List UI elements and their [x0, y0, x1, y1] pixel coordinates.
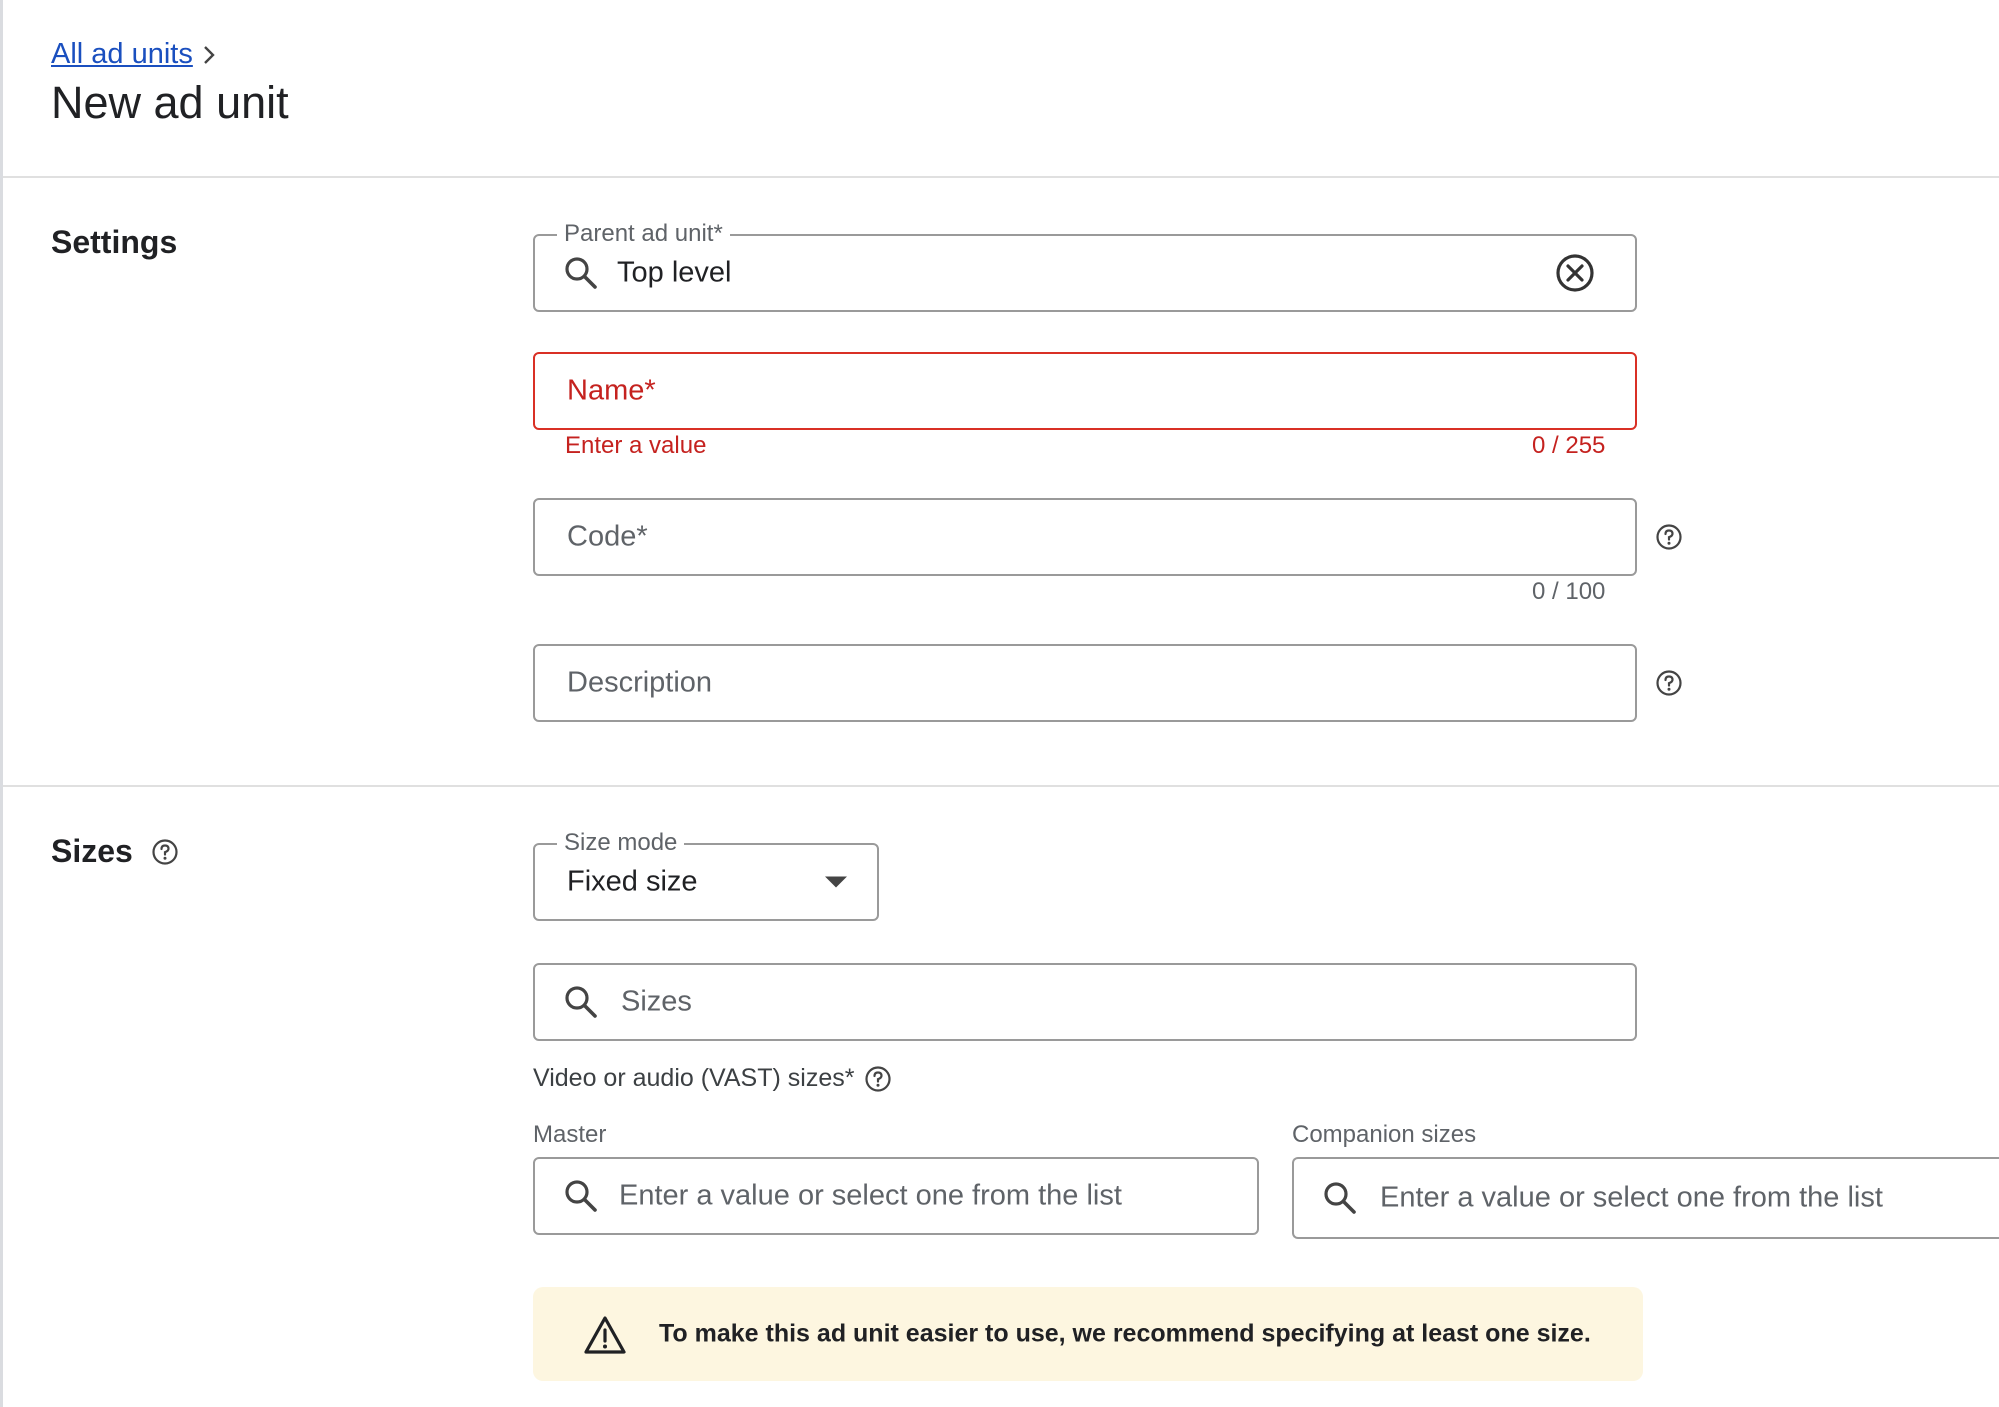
size-warning-text: To make this ad unit easier to use, we r… [659, 1319, 1591, 1348]
page-title: New ad unit [51, 77, 289, 128]
breadcrumb: All ad units [51, 38, 289, 71]
caret-down-icon [825, 876, 847, 888]
page-header: All ad units New ad unit [51, 38, 289, 129]
code-placeholder: Code* [567, 520, 648, 553]
code-char-counter: 0 / 100 [1532, 578, 1606, 605]
name-field[interactable]: Name* [533, 352, 1637, 430]
master-label: Master [533, 1121, 607, 1148]
search-icon [565, 257, 597, 289]
left-border [0, 0, 3, 1407]
search-icon [565, 986, 597, 1018]
companion-sizes-placeholder: Enter a value or select one from the lis… [1380, 1181, 1883, 1214]
name-error-text: Enter a value [565, 432, 707, 459]
name-char-counter: 0 / 255 [1532, 432, 1606, 459]
sizes-section-header: Sizes [51, 833, 179, 870]
size-mode-select[interactable]: Size mode Fixed size [533, 830, 879, 921]
size-mode-value: Fixed size [567, 865, 698, 898]
parent-ad-unit-value: Top level [617, 256, 732, 289]
help-circle-icon[interactable] [1655, 523, 1683, 551]
companion-sizes-label: Companion sizes [1292, 1121, 1477, 1148]
search-icon [1324, 1182, 1356, 1214]
description-field[interactable]: Description [533, 644, 1637, 722]
help-circle-icon[interactable] [864, 1065, 892, 1093]
name-placeholder: Name* [567, 374, 656, 407]
chevron-right-icon [204, 45, 215, 64]
master-size-field[interactable]: Enter a value or select one from the lis… [533, 1157, 1259, 1235]
section-divider [3, 785, 1999, 787]
search-icon [565, 1180, 597, 1212]
code-field[interactable]: Code* [533, 498, 1637, 576]
companion-sizes-field[interactable]: Enter a value or select one from the lis… [1292, 1157, 1999, 1239]
sizes-section-title: Sizes [51, 833, 133, 869]
header-divider [3, 176, 1999, 178]
parent-ad-unit-label: Parent ad unit* [557, 221, 730, 247]
help-circle-icon[interactable] [151, 838, 179, 866]
vast-sizes-label-row: Video or audio (VAST) sizes* [533, 1064, 892, 1093]
size-warning-banner: To make this ad unit easier to use, we r… [533, 1287, 1643, 1381]
sizes-search-placeholder: Sizes [621, 985, 692, 1018]
settings-section-title: Settings [51, 224, 178, 260]
master-size-placeholder: Enter a value or select one from the lis… [619, 1179, 1122, 1212]
size-mode-label: Size mode [557, 830, 685, 856]
clear-circle-icon[interactable] [1555, 253, 1595, 293]
vast-sizes-label: Video or audio (VAST) sizes* [533, 1064, 855, 1092]
breadcrumb-link-all-ad-units[interactable]: All ad units [51, 38, 193, 71]
warning-triangle-icon [584, 1316, 626, 1354]
help-circle-icon[interactable] [1655, 669, 1683, 697]
parent-ad-unit-field[interactable]: Parent ad unit* Top level [533, 221, 1637, 312]
sizes-search-field[interactable]: Sizes [533, 963, 1637, 1041]
description-placeholder: Description [567, 666, 713, 699]
